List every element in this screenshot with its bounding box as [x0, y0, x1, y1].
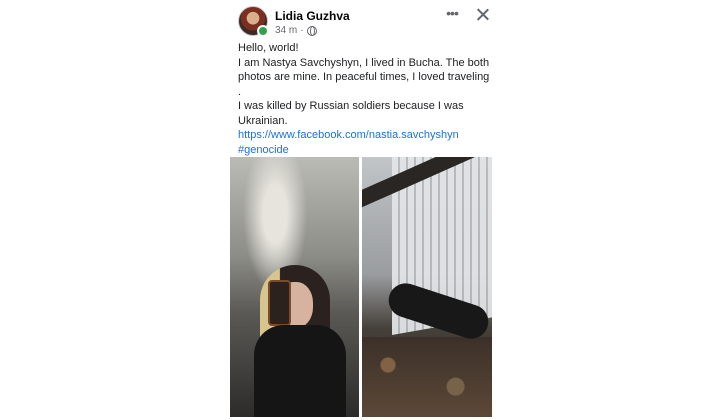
selfie-photo[interactable] — [230, 157, 359, 417]
bucha-scene-photo[interactable] — [362, 157, 492, 417]
post-time[interactable]: 34 m — [275, 25, 297, 36]
profile-link[interactable]: https://www.facebook.com/nastia.savchysh… — [238, 128, 492, 143]
post-header: Lidia Guzhva 34 m · ••• — [238, 6, 492, 38]
black-top — [254, 325, 346, 417]
post-text-line-2: I am Nastya Savchyshyn, I lived in Bucha… — [238, 56, 493, 98]
ground-debris — [362, 337, 492, 417]
post-text-line-1: Hello, world! — [238, 42, 299, 54]
post-body: Hello, world! I am Nastya Savchyshyn, I … — [238, 41, 492, 157]
post-text-line-3: I was killed by Russian soldiers because… — [238, 100, 467, 127]
post-photo-grid[interactable] — [230, 157, 492, 417]
genocide-hashtag-link[interactable]: #genocide — [238, 143, 492, 158]
online-status-icon — [257, 25, 269, 37]
phone-in-hand — [268, 280, 291, 326]
author-name[interactable]: Lidia Guzhva — [275, 9, 350, 23]
facebook-post: Lidia Guzhva 34 m · ••• Hello, world! I … — [230, 0, 492, 420]
more-options-icon[interactable]: ••• — [443, 6, 461, 23]
meta-separator: · — [300, 25, 304, 36]
post-meta: 34 m · — [275, 25, 317, 36]
globe-icon[interactable] — [306, 25, 317, 36]
close-icon[interactable] — [474, 6, 492, 24]
